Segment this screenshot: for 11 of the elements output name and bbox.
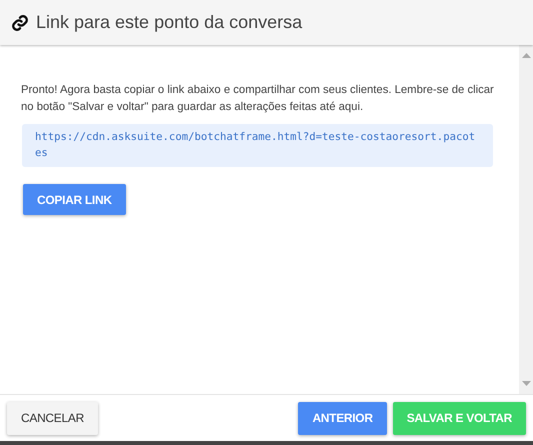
copy-link-button[interactable]: COPIAR LINK bbox=[23, 184, 126, 215]
scrollbar[interactable] bbox=[519, 45, 533, 394]
save-button[interactable]: SALVAR E VOLTAR bbox=[392, 402, 526, 434]
previous-button[interactable]: ANTERIOR bbox=[298, 402, 387, 434]
link-url: https://cdn.asksuite.com/botchatframe.html?d=teste-costaoresort.pacotes bbox=[22, 124, 493, 167]
dialog-title: Link para este ponto da conversa bbox=[36, 12, 302, 33]
instruction-text: Pronto! Agora basta copiar o link abaixo e compartilhar com seus clientes. Lembre-se de clicar no botão "Salvar e voltar" para guardar as alterações feitas até aqui. bbox=[21, 83, 495, 115]
scroll-up-icon[interactable] bbox=[522, 53, 530, 58]
link-icon bbox=[11, 14, 29, 32]
scroll-down-icon[interactable] bbox=[522, 381, 530, 386]
cancel-button[interactable]: CANCELAR bbox=[7, 402, 98, 434]
